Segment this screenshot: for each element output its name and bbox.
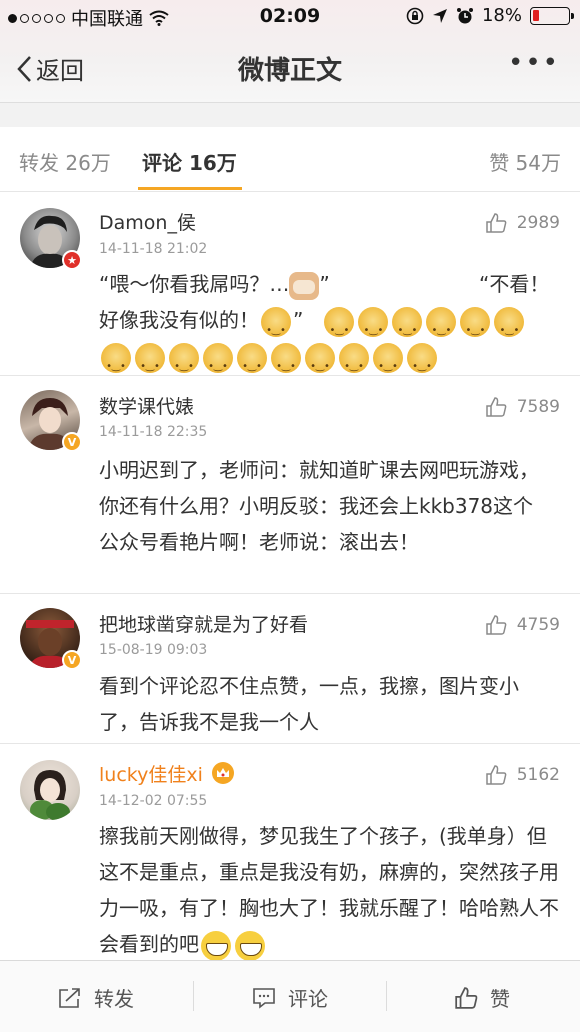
thumbs-up-icon	[485, 765, 507, 785]
repost-label: 转发	[94, 987, 134, 1011]
like-button[interactable]: 5162	[485, 764, 560, 786]
comment-text-reply: “不看！	[479, 272, 550, 296]
comment-text: 小明迟到了，老师问：就知道旷课去网吧玩游戏，你还有什么用？小明反驳：我还会上kk…	[99, 458, 539, 554]
comment-item: V 数学课代婊 14-11-18 22:35 7589 小明迟到了，老师问：就知…	[0, 376, 580, 594]
doge-emoji-icon	[426, 306, 457, 349]
comment-username[interactable]: Damon_侯	[99, 208, 196, 235]
divider	[193, 981, 194, 1011]
bottom-action-bar: 转发 评论 赞	[0, 960, 580, 1032]
like-count: 4759	[516, 615, 560, 635]
comment-item: V 把地球凿穿就是为了好看 15-08-19 09:03 4759 看到个评论忍…	[0, 594, 580, 744]
thumbs-up-icon	[455, 986, 478, 1009]
comment-text: 看到个评论忍不住点赞，一点，我擦，图片变小了，告诉我不是我一个人	[99, 674, 519, 734]
battery-percent: 18%	[481, 5, 522, 26]
doge-emoji-icon	[203, 342, 233, 385]
cat-emoji-icon	[289, 271, 320, 300]
navigation-bar: 返回 微博正文 •••	[0, 34, 580, 100]
comment-text: 擦我前天刚做得，梦见我生了个孩子，(我单身）但这不是重点，重点是我没有奶，麻痹的…	[99, 818, 559, 962]
comment-time: 14-11-18 22:35	[99, 424, 208, 440]
comment-item: lucky佳佳xi 14-12-02 07:55 5162 擦我前天刚做得，梦见…	[0, 744, 580, 962]
doge-emoji-icon	[305, 342, 335, 385]
comment-text: “喂～你看我屌吗？…” “不看！ 好像我没有似的！”	[99, 266, 559, 385]
battery-icon	[530, 6, 574, 25]
doge-emoji-icon	[271, 342, 301, 385]
repost-button[interactable]: 转发	[58, 983, 134, 1012]
doge-emoji-icon	[261, 306, 291, 349]
comment-text-quote: ”	[293, 308, 304, 332]
comment-text-line: “喂～你看我屌吗？…	[99, 272, 290, 296]
comment-text-body: 擦我前天刚做得，梦见我生了个孩子，(我单身）但这不是重点，重点是我没有奶，麻痹的…	[99, 824, 559, 956]
doge-emoji-icon	[237, 342, 267, 385]
comment-username[interactable]: 把地球凿穿就是为了好看	[99, 610, 308, 637]
like-count: 5162	[516, 765, 560, 785]
more-options-button[interactable]: •••	[508, 48, 560, 78]
like-post-button[interactable]: 赞	[454, 983, 510, 1012]
comment-icon	[253, 987, 275, 1009]
active-tab-indicator	[138, 187, 242, 190]
thumbs-up-icon	[485, 615, 507, 635]
comment-text-quote: ”	[319, 272, 330, 296]
grin-emoji-icon	[201, 930, 231, 961]
like-button[interactable]: 7589	[485, 396, 560, 418]
status-bar: 中国联通 02:09 18%	[0, 0, 580, 34]
doge-emoji-icon	[494, 306, 525, 349]
verified-badge-icon: ★	[62, 250, 82, 270]
thumbs-up-icon	[485, 397, 507, 417]
avatar[interactable]	[20, 760, 80, 820]
comment-username[interactable]: 数学课代婊	[99, 392, 194, 419]
comment-username[interactable]: lucky佳佳xi	[99, 760, 203, 787]
rotation-lock-icon	[406, 7, 424, 24]
divider	[386, 981, 387, 1011]
grin-emoji-icon	[235, 930, 265, 961]
comment-text-line: 好像我没有似的！	[99, 308, 259, 332]
comment-time: 14-12-02 07:55	[99, 793, 208, 809]
comment-item: ★ Damon_侯 14-11-18 21:02 2989 “喂～你看我屌吗？……	[0, 192, 580, 385]
doge-emoji-icon	[169, 342, 199, 385]
like-count: 7589	[516, 397, 560, 417]
tab-repost[interactable]: 转发 26万	[19, 147, 111, 176]
like-count: 2989	[516, 213, 560, 233]
like-button[interactable]: 2989	[485, 212, 560, 234]
alarm-icon	[456, 7, 473, 23]
doge-emoji-icon	[101, 342, 131, 385]
doge-emoji-icon	[339, 342, 369, 385]
comment-tabs: 转发 26万 评论 16万 赞 54万	[0, 127, 580, 192]
page-title: 微博正文	[237, 56, 342, 86]
verified-badge-icon: V	[62, 432, 82, 452]
comment-time: 14-11-18 21:02	[99, 241, 208, 257]
top-bar: 中国联通 02:09 18% 返回 微博正文 •••	[0, 0, 580, 103]
verified-badge-icon: V	[62, 650, 82, 670]
tab-comment[interactable]: 评论 16万	[142, 147, 237, 176]
doge-emoji-icon	[392, 306, 423, 349]
avatar-portrait	[30, 770, 70, 820]
like-label: 赞	[490, 987, 510, 1011]
doge-emoji-icon	[135, 342, 165, 385]
comment-label: 评论	[288, 987, 328, 1011]
like-button[interactable]: 4759	[485, 614, 560, 636]
comment-time: 15-08-19 09:03	[99, 642, 208, 658]
vip-crown-icon	[212, 762, 234, 784]
doge-emoji-icon	[324, 306, 355, 349]
battery-level-fill	[533, 9, 539, 21]
location-icon	[432, 8, 447, 23]
thumbs-up-icon	[485, 213, 507, 233]
doge-emoji-icon	[373, 342, 403, 385]
section-gap	[0, 103, 580, 127]
share-icon	[59, 987, 80, 1008]
doge-emoji-icon	[358, 306, 389, 349]
comment-button[interactable]: 评论	[252, 983, 328, 1012]
doge-emoji-icon	[407, 342, 437, 385]
tab-like[interactable]: 赞 54万	[489, 147, 561, 176]
doge-emoji-icon	[460, 306, 491, 349]
